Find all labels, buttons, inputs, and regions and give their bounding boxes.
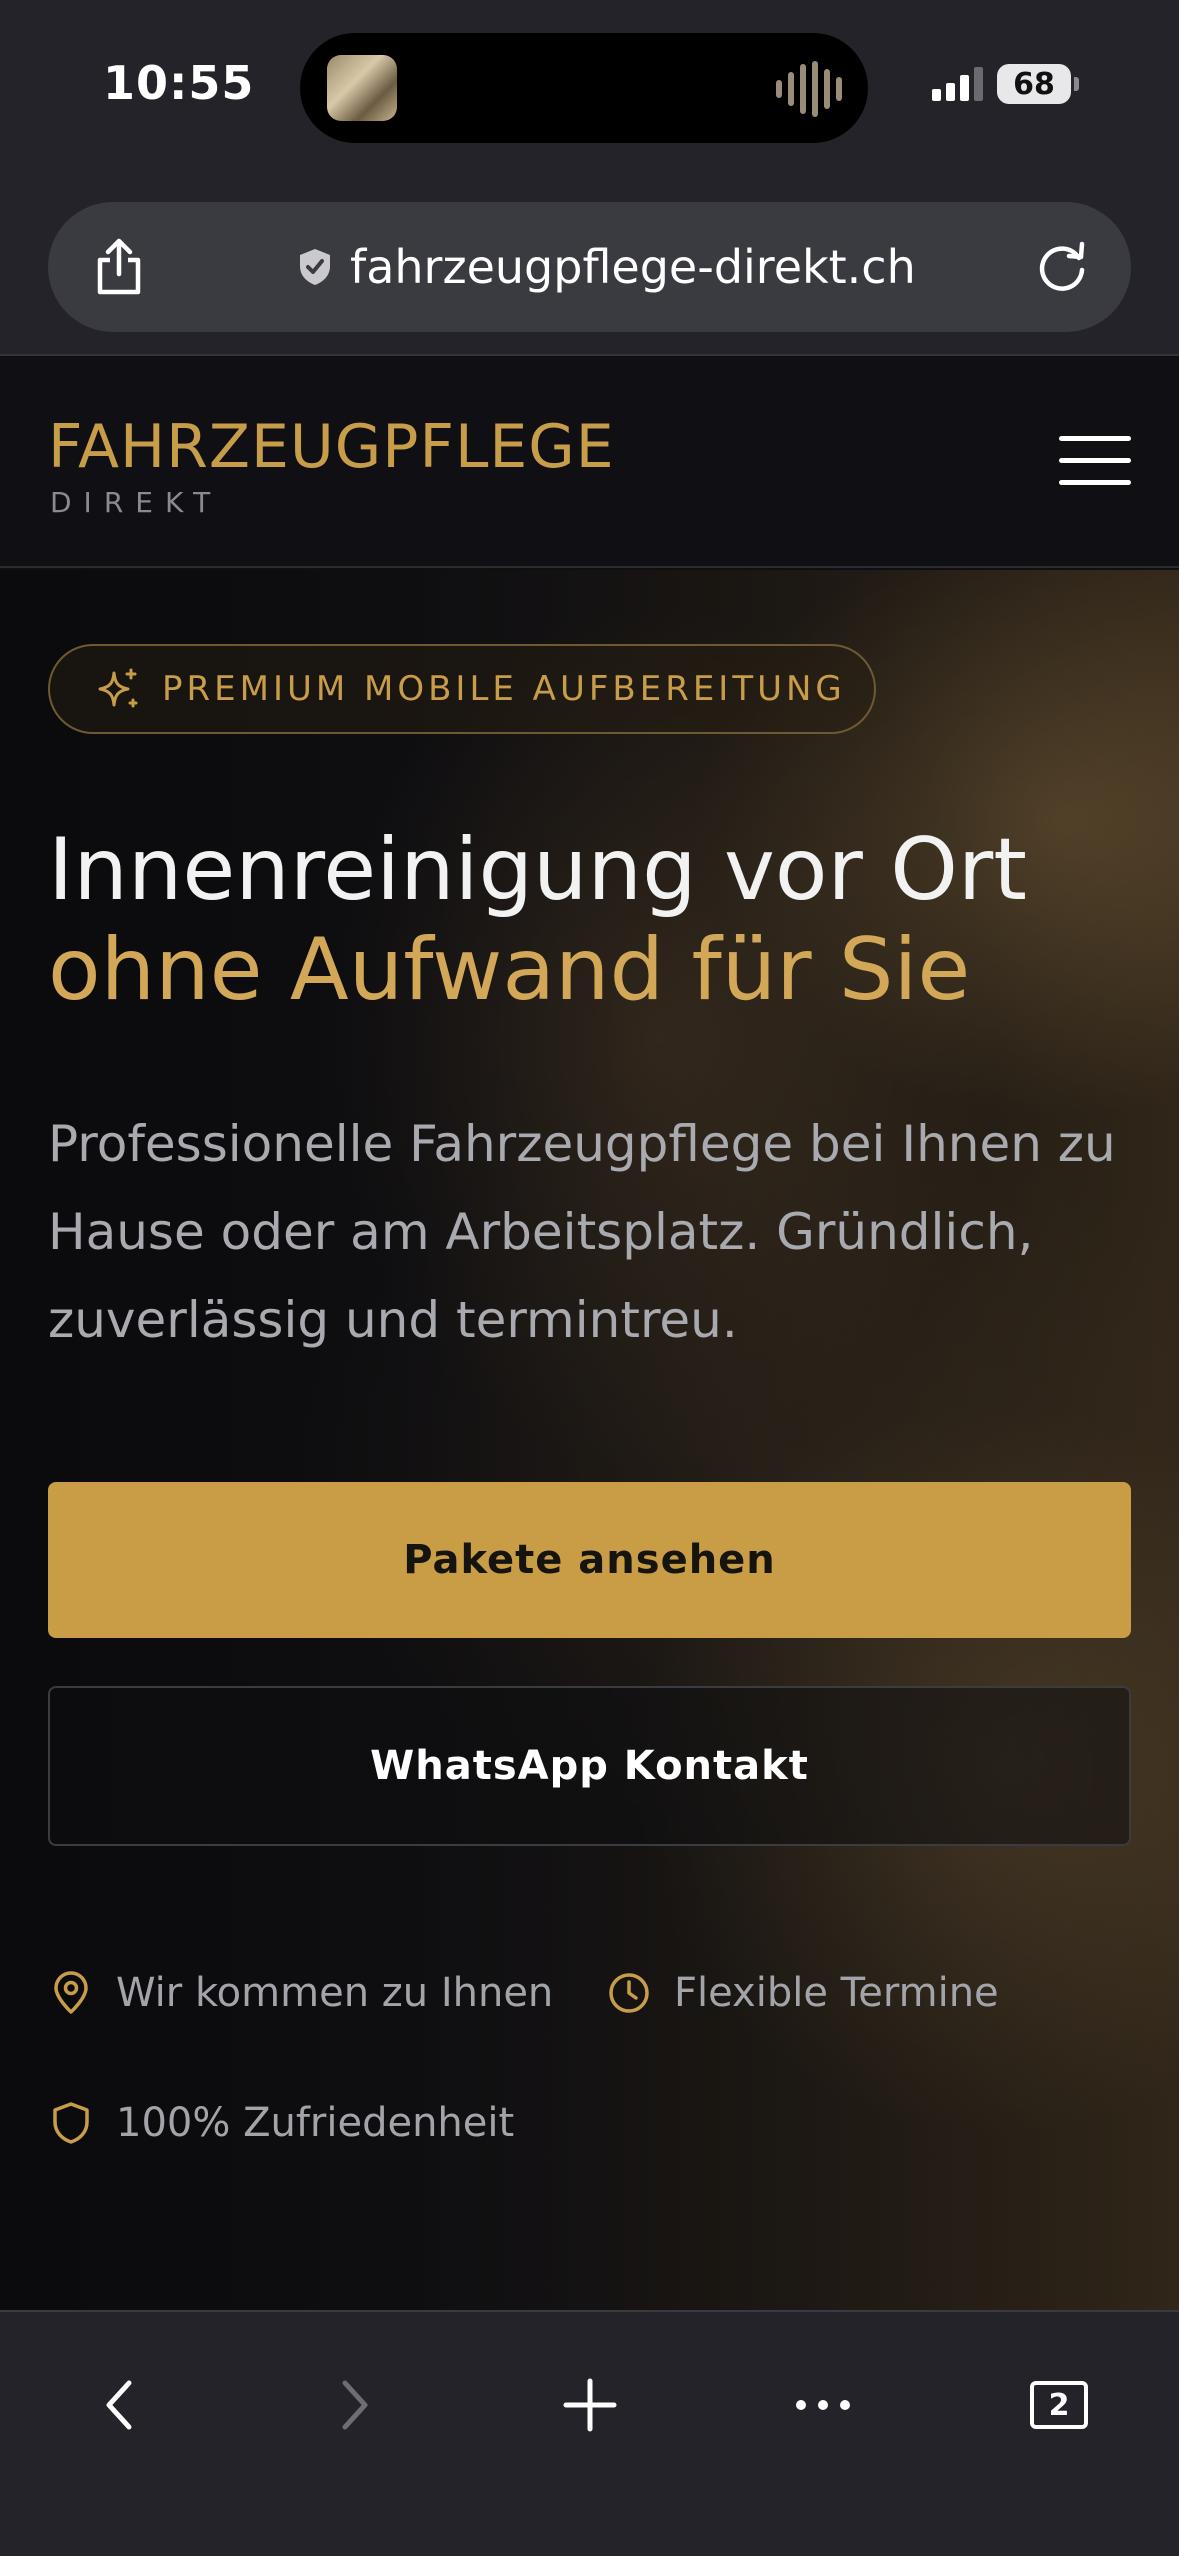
hero-lead-text: Professionelle Fahrzeugpflege bei Ihnen … <box>48 1115 1116 1349</box>
dynamic-island[interactable] <box>300 33 868 143</box>
ellipsis-icon[interactable] <box>778 2360 868 2450</box>
hero-section: PREMIUM MOBILE AUFBEREITUNG Innenreinigu… <box>0 570 1179 2310</box>
url-text: fahrzeugpflege-direkt.ch <box>350 240 916 294</box>
clock-icon <box>609 1973 649 2013</box>
sparkles-icon <box>98 668 138 708</box>
site-header: FAHRZEUGPFLEGE DIREKT <box>0 358 1179 568</box>
chevron-left-icon[interactable] <box>74 2360 164 2450</box>
hero-headline: Innenreinigung vor Ort ohne Aufwand für … <box>48 820 1148 1020</box>
headline-line-2: ohne Aufwand für Sie <box>48 920 971 1020</box>
audio-waveform-icon <box>776 61 842 117</box>
status-time: 10:55 <box>103 56 255 110</box>
badge-text: PREMIUM MOBILE AUFBEREITUNG <box>162 669 846 709</box>
tabs-button[interactable]: 2 <box>1014 2360 1104 2450</box>
chevron-right-icon[interactable] <box>310 2360 400 2450</box>
plus-icon[interactable] <box>545 2360 635 2450</box>
shield-icon <box>53 2102 89 2144</box>
hamburger-menu-icon[interactable] <box>1059 436 1131 490</box>
address-bar[interactable]: fahrzeugpflege-direkt.ch <box>48 202 1131 332</box>
feature-on-site: Wir kommen zu Ihnen <box>48 1970 553 2016</box>
feature-label: Flexible Termine <box>674 1970 999 2016</box>
battery-level: 68 <box>997 64 1071 104</box>
battery-icon: 68 <box>997 64 1079 104</box>
logo-subtitle: DIREKT <box>50 486 223 519</box>
browser-bottom-toolbar: 2 <box>0 2310 1179 2556</box>
now-playing-thumbnail <box>327 55 397 121</box>
feature-satisfaction: 100% Zufriedenheit <box>48 2100 514 2146</box>
browser-top-bar: 10:55 68 fahrzeugpflege-direkt.ch <box>0 0 1179 356</box>
url-display[interactable]: fahrzeugpflege-direkt.ch <box>298 202 916 332</box>
status-indicators: 68 <box>932 64 1079 104</box>
feature-label: Wir kommen zu Ihnen <box>116 1970 554 2016</box>
map-pin-icon <box>54 1971 88 2014</box>
whatsapp-contact-button[interactable]: WhatsApp Kontakt <box>48 1686 1131 1846</box>
tabs-count: 2 <box>1030 2381 1088 2429</box>
cellular-signal-icon <box>932 67 983 101</box>
premium-badge: PREMIUM MOBILE AUFBEREITUNG <box>48 644 876 734</box>
logo-title[interactable]: FAHRZEUGPFLEGE <box>48 412 615 482</box>
feature-flexible-times: Flexible Termine <box>606 1970 999 2016</box>
shield-check-icon <box>300 249 330 285</box>
feature-label: 100% Zufriedenheit <box>116 2100 515 2146</box>
view-packages-button[interactable]: Pakete ansehen <box>48 1482 1131 1638</box>
reload-icon[interactable] <box>1031 236 1093 298</box>
share-icon[interactable] <box>88 236 150 298</box>
headline-line-1: Innenreinigung vor Ort <box>48 820 1027 920</box>
